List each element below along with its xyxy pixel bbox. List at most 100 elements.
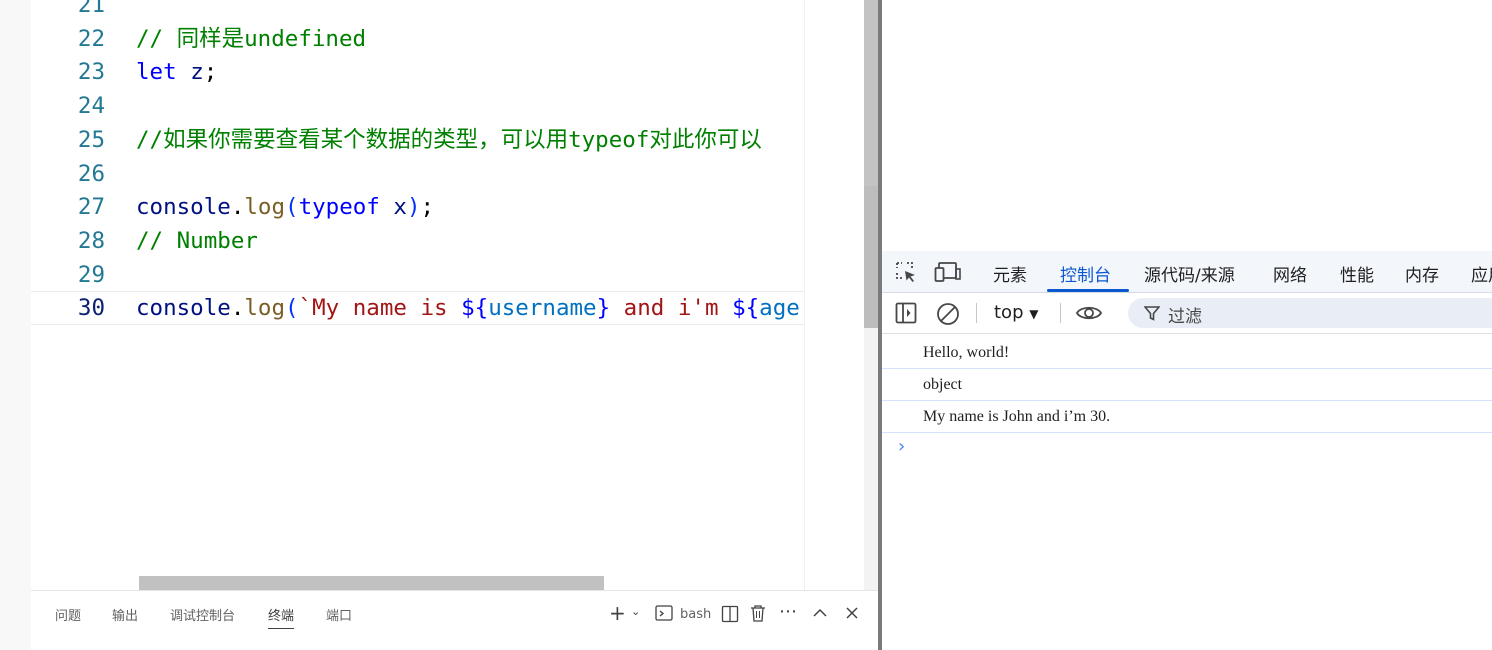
code-line[interactable]: 22 // 同样是undefined xyxy=(31,22,804,56)
code-token: . xyxy=(230,194,245,221)
clear-console-icon[interactable] xyxy=(936,302,960,330)
new-terminal-icon[interactable]: + xyxy=(609,601,626,625)
horizontal-scrollbar-thumb[interactable] xyxy=(139,576,604,590)
code-token: age xyxy=(759,295,800,322)
tab-application[interactable]: 应用 xyxy=(1471,261,1492,286)
code-token: ( xyxy=(285,295,299,322)
line-number: 25 xyxy=(77,126,105,153)
tab-debug-console[interactable]: 调试控制台 xyxy=(170,605,235,624)
tab-console[interactable]: 控制台 xyxy=(1060,261,1111,286)
code-line[interactable]: 21 xyxy=(31,0,804,22)
code-token: ${ xyxy=(461,295,489,322)
code-token: } xyxy=(596,295,611,322)
close-panel-icon[interactable] xyxy=(845,605,859,624)
filter-placeholder: 过滤 xyxy=(1168,307,1202,327)
code-line[interactable]: 25 //如果你需要查看某个数据的类型，可以用typeof对此你可以 xyxy=(31,123,804,157)
minimap xyxy=(804,0,865,590)
terminal-name[interactable]: bash xyxy=(680,607,711,622)
code-token: let xyxy=(136,59,177,86)
code-text[interactable]: console.log(`My name is ${username} and … xyxy=(136,291,800,325)
code-token: ( xyxy=(285,194,299,221)
dropdown-arrow-icon: ▼ xyxy=(1029,307,1039,321)
console-message-text: object xyxy=(923,376,963,393)
code-text[interactable]: // Number xyxy=(136,224,258,258)
code-line[interactable]: 23 let z; xyxy=(31,55,804,89)
console-message-text: My name is John and i’m 30. xyxy=(923,408,1111,425)
code-token: `My name is xyxy=(298,295,462,322)
inspect-element-icon[interactable] xyxy=(894,260,918,288)
code-line[interactable]: 24 xyxy=(31,89,804,123)
maximize-panel-icon[interactable] xyxy=(812,605,828,624)
line-number: 27 xyxy=(77,194,105,221)
line-number: 23 xyxy=(77,59,105,86)
console-toolbar: top ▼ 过滤 xyxy=(882,293,1492,334)
devtools-tab-bar: 元素 控制台 源代码/来源 网络 性能 内存 应用 xyxy=(882,251,1492,293)
split-terminal-icon[interactable] xyxy=(721,605,739,627)
chevron-down-icon[interactable]: ⌄ xyxy=(631,605,640,618)
code-token: console xyxy=(136,194,231,221)
code-token: ) xyxy=(406,194,421,221)
code-line[interactable]: 30 console.log(`My name is ${username} an… xyxy=(31,291,804,325)
code-line[interactable]: 27 console.log(typeof x); xyxy=(31,190,804,224)
line-number: 26 xyxy=(77,160,105,187)
sidebar-toggle-icon[interactable] xyxy=(895,302,917,328)
code-token: //如果你需要查看某个数据的类型，可以用typeof对此你可以 xyxy=(136,126,762,153)
code-token: and i'm xyxy=(610,295,733,322)
toolbar-separator xyxy=(1060,303,1061,323)
activity-gutter xyxy=(0,0,31,650)
eye-icon[interactable] xyxy=(1075,303,1103,327)
filter-icon xyxy=(1143,305,1161,325)
code-text[interactable]: let z; xyxy=(136,55,217,89)
code-token: console xyxy=(136,295,231,322)
tab-output[interactable]: 输出 xyxy=(112,605,138,624)
line-number: 28 xyxy=(77,227,105,254)
code-token: // Number xyxy=(136,227,258,254)
line-number: 21 xyxy=(77,0,105,18)
code-token: x xyxy=(393,194,407,221)
tab-elements[interactable]: 元素 xyxy=(993,261,1027,286)
code-line[interactable]: 26 xyxy=(31,157,804,191)
code-line[interactable]: 28 // Number xyxy=(31,224,804,258)
toolbar-separator xyxy=(976,303,977,323)
code-token: log xyxy=(244,194,286,221)
code-editor[interactable]: 21 22 // 同样是undefined 23 let z; 24 25 //如果你需要查看… xyxy=(0,0,880,650)
tab-sources[interactable]: 源代码/来源 xyxy=(1144,261,1235,286)
code-token: ; xyxy=(420,194,435,221)
code-token: ${ xyxy=(732,295,760,322)
trash-icon[interactable] xyxy=(750,604,766,626)
console-message-text: Hello, world! xyxy=(923,344,1010,361)
tab-problems[interactable]: 问题 xyxy=(55,605,81,624)
terminal-icon xyxy=(655,604,673,626)
device-toolbar-icon[interactable] xyxy=(934,260,962,288)
code-text[interactable]: // 同样是undefined xyxy=(136,22,366,56)
tab-terminal[interactable]: 终端 xyxy=(268,605,295,629)
console-message: My name is John and i’m 30. xyxy=(882,400,1492,433)
context-selector-label: top xyxy=(994,302,1024,323)
code-token: . xyxy=(230,295,245,322)
filter-input[interactable]: 过滤 xyxy=(1128,298,1492,328)
tab-performance[interactable]: 性能 xyxy=(1340,261,1374,286)
code-token: z xyxy=(190,59,204,86)
code-token: // 同样是undefined xyxy=(136,25,367,52)
code-line[interactable]: 29 xyxy=(31,258,804,292)
tab-ports[interactable]: 端口 xyxy=(326,605,352,624)
code-area[interactable]: 21 22 // 同样是undefined 23 let z; 24 25 //如果你需要查看… xyxy=(31,0,804,590)
code-text[interactable]: console.log(typeof x); xyxy=(136,190,434,224)
context-selector[interactable]: top ▼ xyxy=(994,302,1038,323)
console-prompt-icon[interactable]: › xyxy=(898,436,905,457)
tab-memory[interactable]: 内存 xyxy=(1405,261,1439,286)
devtools-panel: 元素 控制台 源代码/来源 网络 性能 内存 应用 top ▼ 过滤 Hello… xyxy=(882,251,1492,650)
active-tab-indicator xyxy=(1047,289,1129,292)
more-actions-icon[interactable]: ⋯ xyxy=(779,601,797,622)
code-token: username xyxy=(488,295,597,322)
tab-network[interactable]: 网络 xyxy=(1273,261,1307,286)
code-text[interactable]: //如果你需要查看某个数据的类型，可以用typeof对此你可以 xyxy=(136,123,762,157)
code-token: ; xyxy=(203,59,218,86)
line-number: 29 xyxy=(77,261,105,288)
code-token: typeof xyxy=(298,194,380,221)
console-message: Hello, world! xyxy=(882,336,1492,369)
line-number: 22 xyxy=(77,25,105,52)
code-token: log xyxy=(244,295,286,322)
